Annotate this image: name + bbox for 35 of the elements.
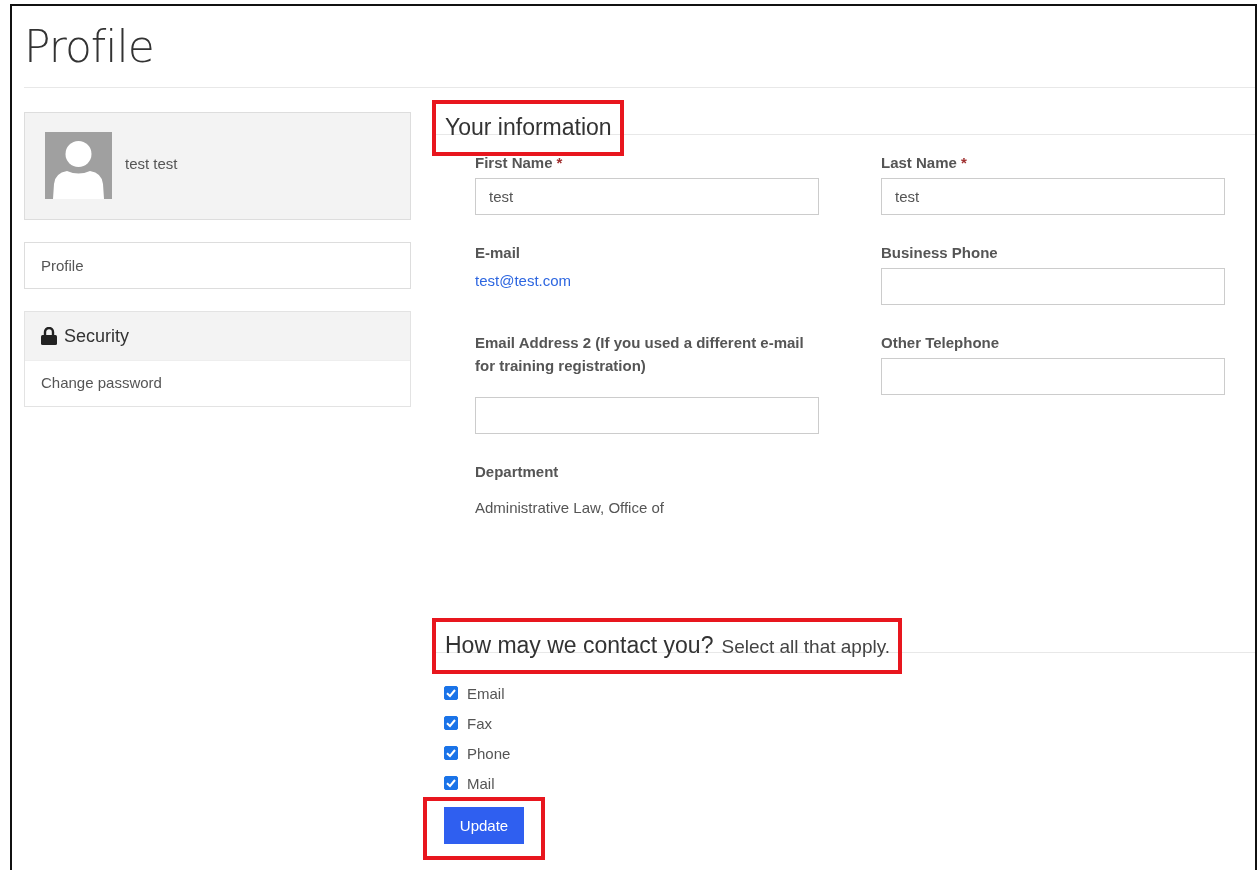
input-field[interactable]: test — [475, 178, 819, 215]
avatar-icon — [45, 131, 112, 199]
checkbox-label: Email — [467, 684, 505, 702]
field-label: Business Phone — [881, 244, 998, 261]
checkbox-label: Mail — [467, 774, 495, 792]
checkbox[interactable] — [444, 686, 458, 700]
field-value: Administrative Law, Office of — [475, 499, 665, 516]
field-label: Last Name — [881, 154, 957, 171]
field-label: Other Telephone — [881, 334, 1000, 351]
section-heading: How may we contact you? — [445, 632, 714, 659]
email-link[interactable]: test@test.com — [475, 272, 819, 289]
user-name: test test — [125, 154, 178, 172]
security-link[interactable]: Change password — [25, 360, 410, 406]
checkbox[interactable] — [444, 716, 458, 730]
required-mark: * — [960, 154, 967, 171]
required-mark: * — [556, 154, 563, 171]
input-field[interactable]: test — [881, 178, 1225, 215]
checkbox[interactable] — [444, 746, 458, 760]
lock-icon — [41, 327, 57, 345]
nav-item[interactable]: Profile — [24, 242, 411, 289]
field-label: First Name — [475, 154, 553, 171]
field-label: Email Address 2 (If you used a different e-mail for training registration) — [475, 334, 804, 374]
section-hint: Select all that apply. — [721, 636, 891, 658]
checkbox[interactable] — [444, 776, 458, 790]
input-field[interactable] — [475, 397, 819, 434]
field-label: E-mail — [475, 244, 520, 261]
section-heading: Your information — [445, 114, 612, 141]
page-title: Profile — [24, 20, 155, 74]
checkbox-label: Phone — [467, 744, 511, 762]
checkbox-label: Fax — [467, 714, 492, 732]
update-button[interactable]: Update — [444, 807, 524, 844]
security-heading: Security — [64, 325, 130, 347]
input-field[interactable] — [881, 358, 1225, 395]
field-label: Department — [475, 463, 559, 480]
input-field[interactable] — [881, 268, 1225, 305]
